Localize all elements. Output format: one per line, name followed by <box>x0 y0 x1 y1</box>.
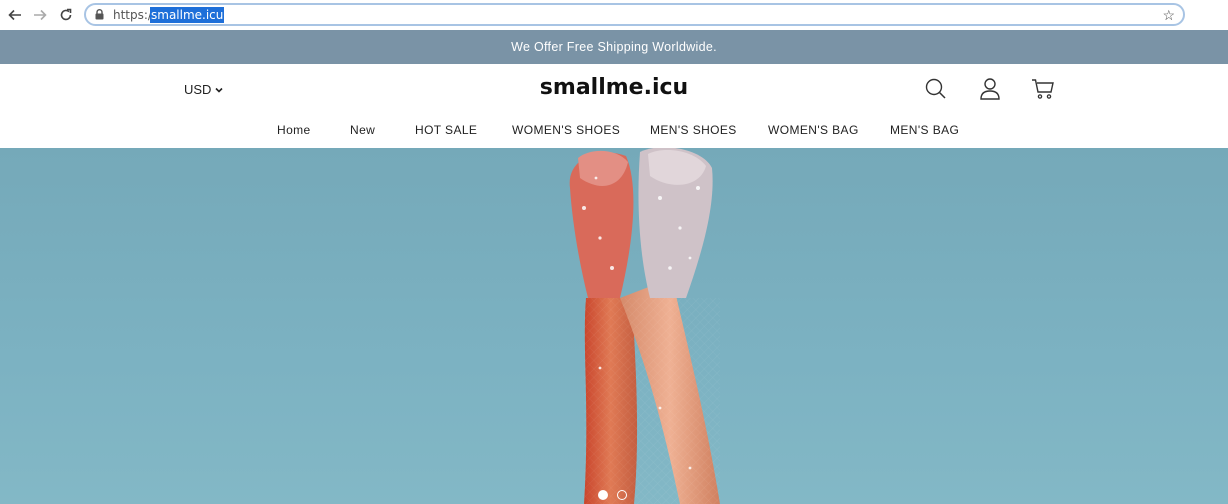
menu-item-womens-bag[interactable]: WOMEN'S BAG <box>768 123 859 137</box>
account-icon[interactable] <box>979 77 1001 101</box>
menu-item-new[interactable]: New <box>350 123 375 137</box>
address-bar[interactable]: https:// smallme.icu ☆ <box>84 3 1185 26</box>
url-host-selected: smallme.icu <box>150 7 225 23</box>
main-menu: Home New HOT SALE WOMEN'S SHOES MEN'S SH… <box>0 123 1228 141</box>
menu-item-mens-shoes[interactable]: MEN'S SHOES <box>650 123 737 137</box>
announcement-text: We Offer Free Shipping Worldwide. <box>511 40 717 54</box>
slide-dot-1[interactable] <box>598 490 608 500</box>
reload-icon <box>60 8 72 21</box>
search-icon[interactable] <box>925 77 947 101</box>
hero-slideshow[interactable] <box>0 148 1228 504</box>
cart-icon[interactable] <box>1031 77 1055 101</box>
menu-item-home[interactable]: Home <box>277 123 311 137</box>
reload-button[interactable] <box>57 6 75 24</box>
hero-image-legs-heels <box>569 148 720 504</box>
back-button[interactable] <box>6 6 24 24</box>
slide-pagination <box>598 490 627 500</box>
arrow-left-icon <box>8 9 21 21</box>
site-header: USD smallme.icu Home New HOT SALE WOMEN'… <box>0 64 1228 148</box>
browser-toolbar: https:// smallme.icu ☆ <box>0 0 1228 30</box>
lock-icon <box>95 9 104 20</box>
arrow-right-icon <box>34 9 47 21</box>
slide-dot-2[interactable] <box>617 490 627 500</box>
menu-item-womens-shoes[interactable]: WOMEN'S SHOES <box>512 123 620 137</box>
bookmark-star-icon[interactable]: ☆ <box>1162 7 1175 23</box>
forward-button[interactable] <box>31 6 49 24</box>
menu-item-hot-sale[interactable]: HOT SALE <box>415 123 477 137</box>
menu-item-mens-bag[interactable]: MEN'S BAG <box>890 123 959 137</box>
announcement-bar: We Offer Free Shipping Worldwide. <box>0 30 1228 64</box>
